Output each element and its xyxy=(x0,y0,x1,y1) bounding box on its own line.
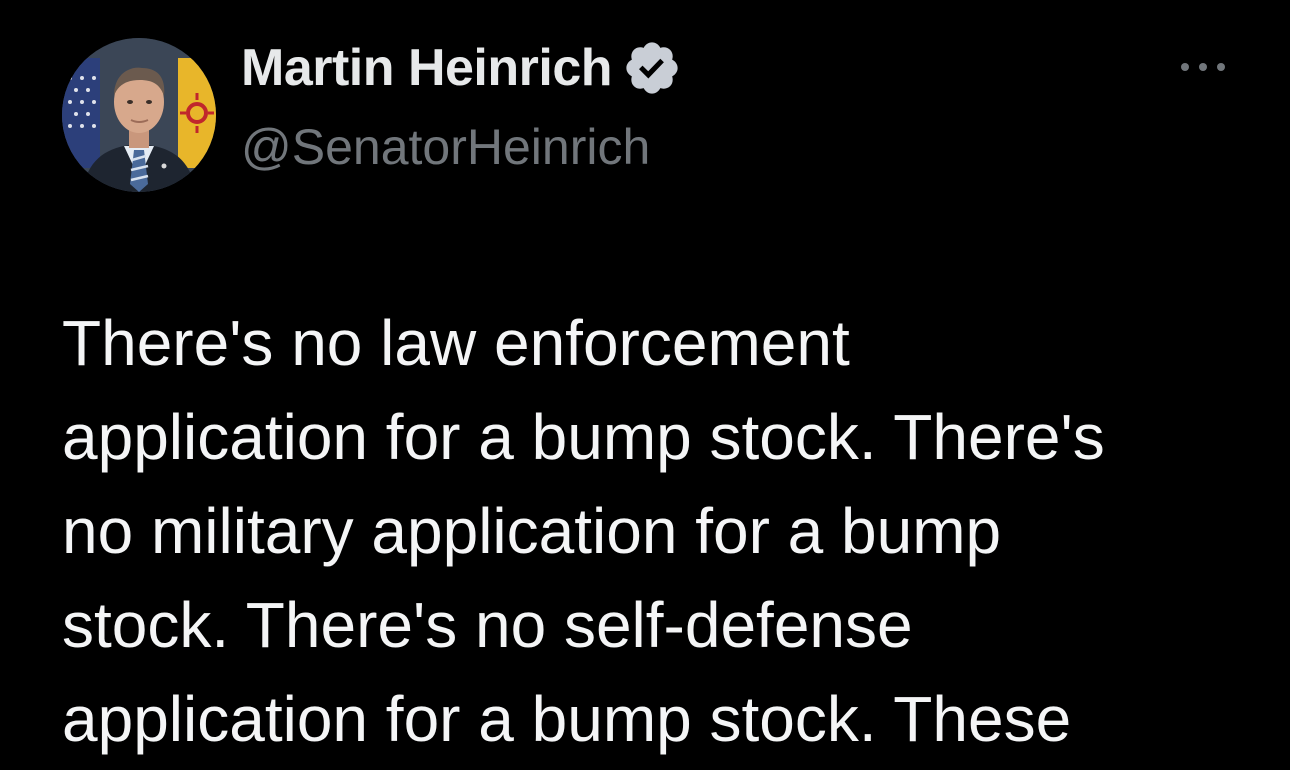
tweet-card: Martin Heinrich @SenatorHeinrich There's… xyxy=(0,0,1290,770)
author-name-row: Martin Heinrich xyxy=(241,34,682,102)
author-handle[interactable]: @SenatorHeinrich xyxy=(241,118,650,176)
author-avatar[interactable] xyxy=(62,38,216,192)
author-display-name[interactable]: Martin Heinrich xyxy=(241,38,613,98)
more-options-button[interactable] xyxy=(1176,52,1230,82)
tweet-text: There's no law enforcement application f… xyxy=(62,307,1105,755)
more-horizontal-icon xyxy=(1181,63,1225,71)
verified-badge-icon xyxy=(622,38,682,98)
avatar-photo-icon xyxy=(62,38,216,192)
